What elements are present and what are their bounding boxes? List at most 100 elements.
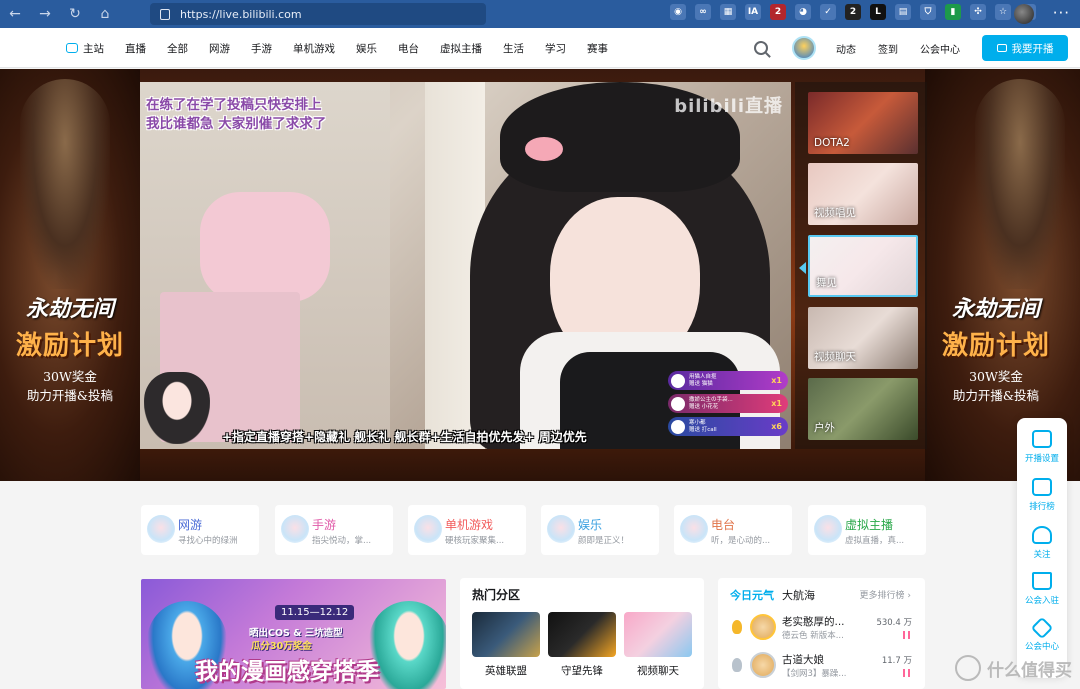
start-live-label: 我要开播 [1011, 42, 1054, 55]
browser-menu-icon[interactable]: ··· [1053, 4, 1070, 22]
refresh-icon[interactable]: ↻ [60, 0, 90, 28]
ranking-panel: 今日元气 大航海 更多排行榜 › 老实憨厚的... 德云色 新版本... 530… [718, 578, 925, 689]
recommend-thumb[interactable]: DOTA2 [808, 92, 918, 154]
guild-center-button[interactable]: 公会中心 [1017, 616, 1067, 652]
category-mascot-icon [814, 515, 842, 543]
cat-extension-icon[interactable]: ◕ [795, 4, 811, 20]
promo-logo: 永劫无间 [25, 296, 114, 322]
address-bar[interactable]: https://live.bilibili.com [150, 3, 486, 25]
recommend-thumb[interactable]: 视频唱见 [808, 163, 918, 225]
leaderboard-button[interactable]: 排行榜 [1017, 478, 1067, 512]
avatar [671, 373, 685, 388]
shield-icon[interactable]: ⛉ [920, 4, 936, 20]
event-date: 11.15—12.12 [275, 605, 355, 620]
site-watermark: 什么值得买 [955, 655, 1072, 681]
nav-item-life[interactable]: 生活 [503, 41, 524, 56]
nav-item-live[interactable]: 直播 [125, 41, 146, 56]
category-card-mobile-games[interactable]: 手游 指尖悦动，掌... [275, 505, 393, 555]
gift-count: x1 [771, 376, 782, 385]
rank-popularity: 530.4 万 [876, 618, 912, 628]
guild-center-link[interactable]: 公会中心 [920, 41, 960, 56]
dynamic-link[interactable]: 动态 [836, 41, 856, 56]
category-card-single-player[interactable]: 单机游戏 硬核玩家聚集... [408, 505, 526, 555]
gift-desc: 赠送 小花花 [689, 403, 719, 410]
search-icon[interactable] [754, 41, 768, 55]
calendar-extension-icon[interactable]: ▦ [720, 4, 736, 20]
category-mascot-icon [281, 515, 309, 543]
tab-daily[interactable]: 今日元气 [730, 587, 774, 603]
thumb-label: 舞见 [816, 277, 837, 289]
nav-item-entertainment[interactable]: 娱乐 [356, 41, 377, 56]
profile-avatar[interactable] [1014, 4, 1034, 24]
nav-item-single-player[interactable]: 单机游戏 [293, 41, 335, 56]
category-subtitle: 虚拟直播，真... [845, 536, 905, 546]
float-label: 排行榜 [1029, 502, 1055, 512]
forward-icon[interactable]: → [30, 0, 60, 28]
float-label: 关注 [1033, 550, 1051, 560]
promo-title: 激励计划 [15, 331, 124, 361]
promo-left[interactable]: 永劫无间 激励计划 30W奖金 助力开播&投稿 [0, 291, 140, 404]
category-card-entertainment[interactable]: 娱乐 颜即是正义！ [541, 505, 659, 555]
avatar [750, 614, 776, 640]
guild-join-button[interactable]: 公会入驻 [1017, 572, 1067, 606]
infinity-extension-icon[interactable]: ∞ [695, 4, 711, 20]
nav-item-mobile-games[interactable]: 手游 [251, 41, 272, 56]
puzzle-icon[interactable]: ✣ [970, 4, 986, 20]
recommend-thumb[interactable]: 户外 [808, 378, 918, 440]
hot-label: 守望先锋 [561, 665, 603, 677]
avatar[interactable] [792, 36, 816, 60]
rank-row[interactable]: 老实憨厚的... 德云色 新版本... 530.4 万 [730, 612, 916, 644]
nav-item-radio[interactable]: 电台 [398, 41, 419, 56]
start-live-button[interactable]: 我要开播 [982, 35, 1068, 61]
avatar [750, 652, 776, 678]
category-card-vtuber[interactable]: 虚拟主播 虚拟直播，真... [808, 505, 926, 555]
hot-item[interactable]: 视频聊天 [624, 612, 692, 678]
rank-row[interactable]: 古道大娘 【剑网3】暴躁... 11.7 万 [730, 650, 916, 682]
l-extension-icon[interactable]: L [870, 4, 886, 20]
green-extension-icon[interactable]: ✓ [820, 4, 836, 20]
mouse-extension-icon[interactable]: ◉ [670, 4, 686, 20]
nav-item-study[interactable]: 学习 [545, 41, 566, 56]
avatar [671, 396, 685, 411]
nav-item-online-games[interactable]: 网游 [209, 41, 230, 56]
event-banner[interactable]: 11.15—12.12 晒出COS & 三坑造型 瓜分30万奖金 我的漫画感穿搭… [141, 579, 446, 689]
nav-item-home[interactable]: 主站 [66, 41, 104, 56]
nav-item-all[interactable]: 全部 [167, 41, 188, 56]
ublock-extension-icon[interactable]: 2 [770, 4, 786, 20]
category-card-online-games[interactable]: 网游 寻找心中的绿洲 [141, 505, 259, 555]
promo-line: 助力开播&投稿 [26, 388, 114, 403]
category-mascot-icon [147, 515, 175, 543]
rank-sub: 德云色 新版本... [782, 631, 844, 641]
category-title: 虚拟主播 [845, 518, 894, 532]
stream-caption: +指定直播穿搭+隐藏礼 舰长礼 舰长群+生活自拍优先发+ 周边优先 [222, 430, 587, 444]
recommend-thumb-active[interactable]: 舞见 [808, 235, 918, 297]
dark-extension-icon[interactable]: 2 [845, 4, 861, 20]
popularity-bar-icon [903, 669, 910, 677]
more-rankings-link[interactable]: 更多排行榜 › [860, 588, 911, 601]
promo-right[interactable]: 永劫无间 激励计划 30W奖金 助力开播&投稿 [926, 291, 1066, 404]
gift-count: x1 [771, 399, 782, 408]
favorites-icon[interactable]: ☆ [995, 4, 1011, 20]
header-right: 动态 签到 公会中心 我要开播 [754, 28, 1068, 68]
category-subtitle: 听，是心动的... [711, 536, 771, 546]
category-card-radio[interactable]: 电台 听，是心动的... [674, 505, 792, 555]
gift-user: 撒娇公主の手袋... [689, 396, 733, 403]
back-icon[interactable]: ← [0, 0, 30, 28]
hot-item[interactable]: 英雄联盟 [472, 612, 540, 678]
recommend-thumb[interactable]: 视频聊天 [808, 307, 918, 369]
live-player[interactable]: 在练了在学了投稿只快安排上 我比谁都急 大家别催了求求了 bilibili直播 … [140, 82, 791, 449]
page-extension-icon[interactable]: ▤ [895, 4, 911, 20]
checkin-link[interactable]: 签到 [878, 41, 898, 56]
hot-item[interactable]: 守望先锋 [548, 612, 616, 678]
hot-thumb [472, 612, 540, 657]
browser-toolbar: ← → ↻ ⌂ https://live.bilibili.com ◉ ∞ ▦ … [0, 0, 1080, 28]
nav-item-esports[interactable]: 赛事 [587, 41, 608, 56]
home-icon[interactable]: ⌂ [90, 0, 120, 28]
tab-voyage[interactable]: 大航海 [782, 587, 815, 603]
ia-extension-icon[interactable]: IA [745, 4, 761, 20]
gift-desc: 赠送 猫猫 [689, 380, 713, 387]
follow-button[interactable]: 关注 [1017, 526, 1067, 560]
nav-item-vtuber[interactable]: 虚拟主播 [440, 41, 482, 56]
live-settings-button[interactable]: 开播设置 [1017, 430, 1067, 464]
bookmark-extension-icon[interactable]: ▮ [945, 4, 961, 20]
